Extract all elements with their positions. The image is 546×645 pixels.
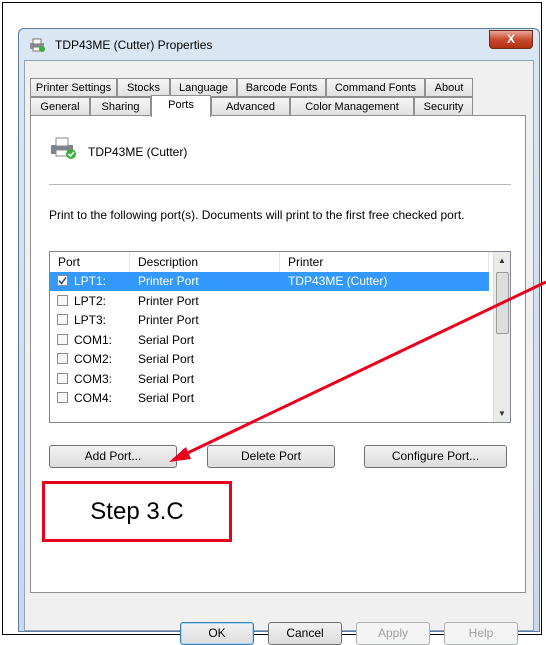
port-name: LPT1: xyxy=(74,274,107,288)
port-row[interactable]: COM1: Serial Port xyxy=(50,331,489,350)
tab-general[interactable]: General xyxy=(30,97,90,116)
port-name: LPT3: xyxy=(74,313,107,327)
column-header-printer[interactable]: Printer xyxy=(280,252,489,272)
ports-list[interactable]: Port Description Printer LPT1: Printer Po… xyxy=(49,251,511,423)
ports-instruction: Print to the following port(s). Document… xyxy=(49,208,465,222)
help-button[interactable]: Help xyxy=(444,622,518,645)
scroll-thumb[interactable] xyxy=(496,272,509,334)
tab-command-fonts[interactable]: Command Fonts xyxy=(326,78,425,97)
port-name: COM1: xyxy=(74,332,113,347)
port-printer: TDP43ME (Cutter) xyxy=(288,274,388,288)
apply-button[interactable]: Apply xyxy=(356,622,430,645)
port-row[interactable]: LPT2: Printer Port xyxy=(50,292,489,311)
port-checkbox[interactable] xyxy=(57,392,68,403)
dialog-body: Printer Settings Stocks Language Barcode… xyxy=(24,60,534,645)
tab-sharing[interactable]: Sharing xyxy=(90,97,151,116)
port-checkbox[interactable] xyxy=(57,372,68,384)
add-port-button[interactable]: Add Port... xyxy=(49,445,177,468)
title-bar[interactable]: TDP43ME (Cutter) Properties X xyxy=(19,29,539,61)
column-header-port[interactable]: Port xyxy=(50,252,130,272)
port-description: Serial Port xyxy=(138,371,195,386)
close-button[interactable]: X xyxy=(489,30,533,49)
port-description: Printer Port xyxy=(138,274,199,288)
port-name: LPT2: xyxy=(74,293,107,308)
port-checkbox[interactable] xyxy=(57,333,68,345)
column-header-description[interactable]: Description xyxy=(130,252,280,272)
port-description: Printer Port xyxy=(138,313,199,327)
delete-port-button[interactable]: Delete Port xyxy=(207,445,335,468)
separator xyxy=(49,184,511,185)
tab-printer-settings[interactable]: Printer Settings xyxy=(30,78,117,97)
port-checkbox[interactable] xyxy=(57,294,68,306)
tab-about[interactable]: About xyxy=(425,78,473,97)
port-row[interactable]: LPT3: Printer Port xyxy=(50,311,489,330)
port-row[interactable]: COM2: Serial Port xyxy=(50,350,489,369)
port-checkbox[interactable] xyxy=(57,314,68,325)
printer-icon xyxy=(51,137,76,159)
port-description: Serial Port xyxy=(138,332,195,347)
port-name: COM3: xyxy=(74,371,113,386)
port-name: COM2: xyxy=(74,352,113,366)
port-row[interactable]: COM4: Serial Port xyxy=(50,389,489,408)
printer-icon xyxy=(30,38,45,52)
step-label: Step 3.C xyxy=(90,498,184,525)
tab-barcode-fonts[interactable]: Barcode Fonts xyxy=(237,78,326,97)
configure-port-button[interactable]: Configure Port... xyxy=(364,445,507,468)
port-row[interactable]: COM3: Serial Port xyxy=(50,370,489,389)
window-title: TDP43ME (Cutter) Properties xyxy=(55,38,213,52)
port-checkbox[interactable] xyxy=(57,275,68,286)
tab-ports[interactable]: Ports xyxy=(151,95,211,117)
scroll-down-icon[interactable]: ▼ xyxy=(498,409,506,418)
port-row[interactable]: LPT1: Printer Port TDP43ME (Cutter) xyxy=(50,272,489,291)
port-description: Serial Port xyxy=(138,352,195,366)
printer-name: TDP43ME (Cutter) xyxy=(88,145,188,159)
tab-security[interactable]: Security xyxy=(414,97,473,116)
ok-button[interactable]: OK xyxy=(180,622,254,645)
port-name: COM4: xyxy=(74,391,113,405)
tab-color-management[interactable]: Color Management xyxy=(290,97,414,116)
tab-advanced[interactable]: Advanced xyxy=(211,97,290,116)
port-description: Printer Port xyxy=(138,293,199,308)
port-checkbox[interactable] xyxy=(57,353,68,364)
port-description: Serial Port xyxy=(138,391,195,405)
list-scrollbar[interactable]: ▲ ▼ xyxy=(493,252,510,422)
cancel-button[interactable]: Cancel xyxy=(268,622,342,645)
scroll-up-icon[interactable]: ▲ xyxy=(498,256,506,265)
step-annotation-box: Step 3.C xyxy=(42,481,232,542)
